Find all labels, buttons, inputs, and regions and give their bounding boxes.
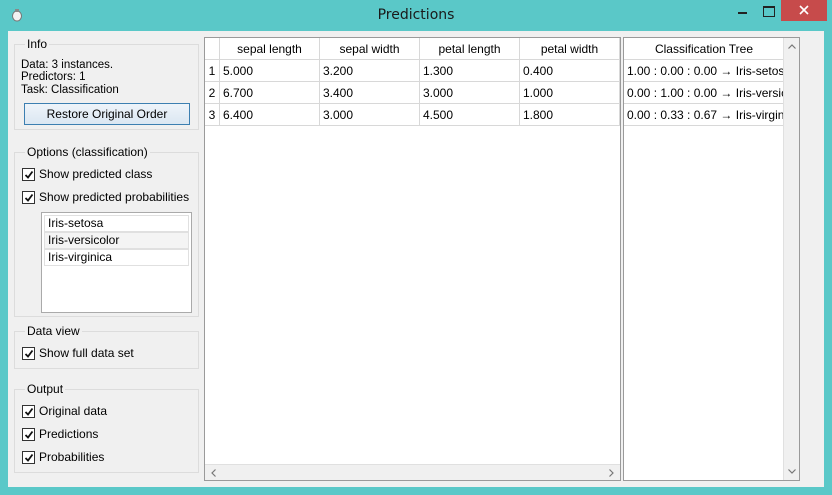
list-item[interactable]: Iris-setosa [44,215,189,232]
checkbox-box[interactable] [22,190,35,204]
checkbox-box[interactable] [22,450,35,464]
data-table[interactable]: sepal length sepal width petal length pe… [204,37,621,481]
table-cell[interactable]: 3.400 [320,82,420,104]
column-header[interactable]: Classification Tree [624,38,785,60]
list-item[interactable]: Iris-versicolor [44,232,189,249]
data-table-header: sepal length sepal width petal length pe… [205,38,620,60]
table-row[interactable]: 1 5.000 3.200 1.300 0.400 [205,60,620,82]
show-full-data-set-label: Show full data set [39,346,134,360]
options-group: Options (classification) Show predicted … [14,145,199,317]
data-view-group: Data view Show full data set [14,324,199,369]
column-header[interactable]: sepal length [220,38,320,60]
minimize-button[interactable] [729,0,755,21]
class-probabilities-list[interactable]: Iris-setosa Iris-versicolor Iris-virgini… [41,212,192,313]
table-cell[interactable]: 1.000 [520,82,620,104]
scroll-down-icon[interactable] [787,466,797,476]
data-table-horizontal-scrollbar[interactable] [205,464,620,480]
maximize-button[interactable] [755,0,781,21]
table-cell[interactable]: 1.800 [520,104,620,126]
scroll-left-icon[interactable] [209,468,219,478]
data-view-group-title: Data view [25,324,82,338]
column-header[interactable]: petal length [420,38,520,60]
column-header[interactable]: sepal width [320,38,420,60]
table-row[interactable]: 2 6.700 3.400 3.000 1.000 [205,82,620,104]
show-predicted-probabilities-checkbox[interactable]: Show predicted probabilities [22,189,189,205]
column-header[interactable]: petal width [520,38,620,60]
predictions-label: Predictions [39,427,99,441]
table-cell[interactable]: 6.400 [220,104,320,126]
checkbox-box[interactable] [22,167,35,181]
table-cell[interactable]: 1.300 [420,60,520,82]
prediction-cell[interactable]: 1.00 : 0.00 : 0.00 → Iris-setosa [624,60,785,82]
original-data-checkbox[interactable]: Original data [22,403,107,419]
table-row[interactable]: 0.00 : 0.33 : 0.67 → Iris-virginica [624,104,785,126]
list-item[interactable]: Iris-virginica [44,249,189,266]
table-cell[interactable]: 3.200 [320,60,420,82]
table-cell[interactable]: 4.500 [420,104,520,126]
window-title: Predictions [377,7,455,23]
info-group: Info Data: 3 instances. Predictors: 1 Ta… [14,37,199,130]
table-row[interactable]: 0.00 : 1.00 : 0.00 → Iris-versicolor [624,82,785,104]
row-number: 1 [205,60,220,82]
row-number: 3 [205,104,220,126]
prediction-cell[interactable]: 0.00 : 0.33 : 0.67 → Iris-virginica [624,104,785,126]
row-number-header [205,38,220,60]
info-data-line: Data: 3 instances. [21,59,114,71]
restore-original-order-button[interactable]: Restore Original Order [24,103,190,125]
show-full-data-set-checkbox[interactable]: Show full data set [22,345,134,361]
table-cell[interactable]: 3.000 [420,82,520,104]
original-data-label: Original data [39,404,108,418]
predictions-vertical-scrollbar[interactable] [783,38,799,480]
checkbox-box[interactable] [22,427,35,441]
probabilities-checkbox[interactable]: Probabilities [22,449,104,465]
info-task-line: Task: Classification [21,84,119,96]
table-row[interactable]: 3 6.400 3.000 4.500 1.800 [205,104,620,126]
probabilities-label: Probabilities [39,450,105,464]
show-predicted-probabilities-label: Show predicted probabilities [39,190,190,204]
table-cell[interactable]: 3.000 [320,104,420,126]
predictions-table[interactable]: Classification Tree 1.00 : 0.00 : 0.00 →… [623,37,800,481]
checkmark-icon [24,170,34,179]
predictions-checkbox[interactable]: Predictions [22,426,98,442]
close-icon [799,5,809,15]
options-group-title: Options (classification) [25,145,150,159]
checkmark-icon [24,349,34,358]
output-group: Output Original data Predictions Probabi… [14,382,199,473]
predictions-table-header: Classification Tree [624,38,785,60]
window-content: Info Data: 3 instances. Predictors: 1 Ta… [8,31,824,487]
prediction-cell[interactable]: 0.00 : 1.00 : 0.00 → Iris-versicolor [624,82,785,104]
info-group-title: Info [25,37,50,51]
table-cell[interactable]: 0.400 [520,60,620,82]
scroll-right-icon[interactable] [606,468,616,478]
table-row[interactable]: 1.00 : 0.00 : 0.00 → Iris-setosa [624,60,785,82]
checkmark-icon [24,407,34,416]
table-cell[interactable]: 6.700 [220,82,320,104]
checkmark-icon [24,430,34,439]
checkmark-icon [24,193,34,202]
show-predicted-class-label: Show predicted class [39,167,153,181]
info-predictors-line: Predictors: 1 [21,71,86,83]
row-number: 2 [205,82,220,104]
table-cell[interactable]: 5.000 [220,60,320,82]
checkbox-box[interactable] [22,346,35,360]
close-button[interactable] [781,0,827,21]
output-group-title: Output [25,382,66,396]
checkbox-box[interactable] [22,404,35,418]
scroll-up-icon[interactable] [787,42,797,52]
title-bar[interactable]: Predictions [0,0,832,31]
show-predicted-class-checkbox[interactable]: Show predicted class [22,166,152,182]
checkmark-icon [24,453,34,462]
